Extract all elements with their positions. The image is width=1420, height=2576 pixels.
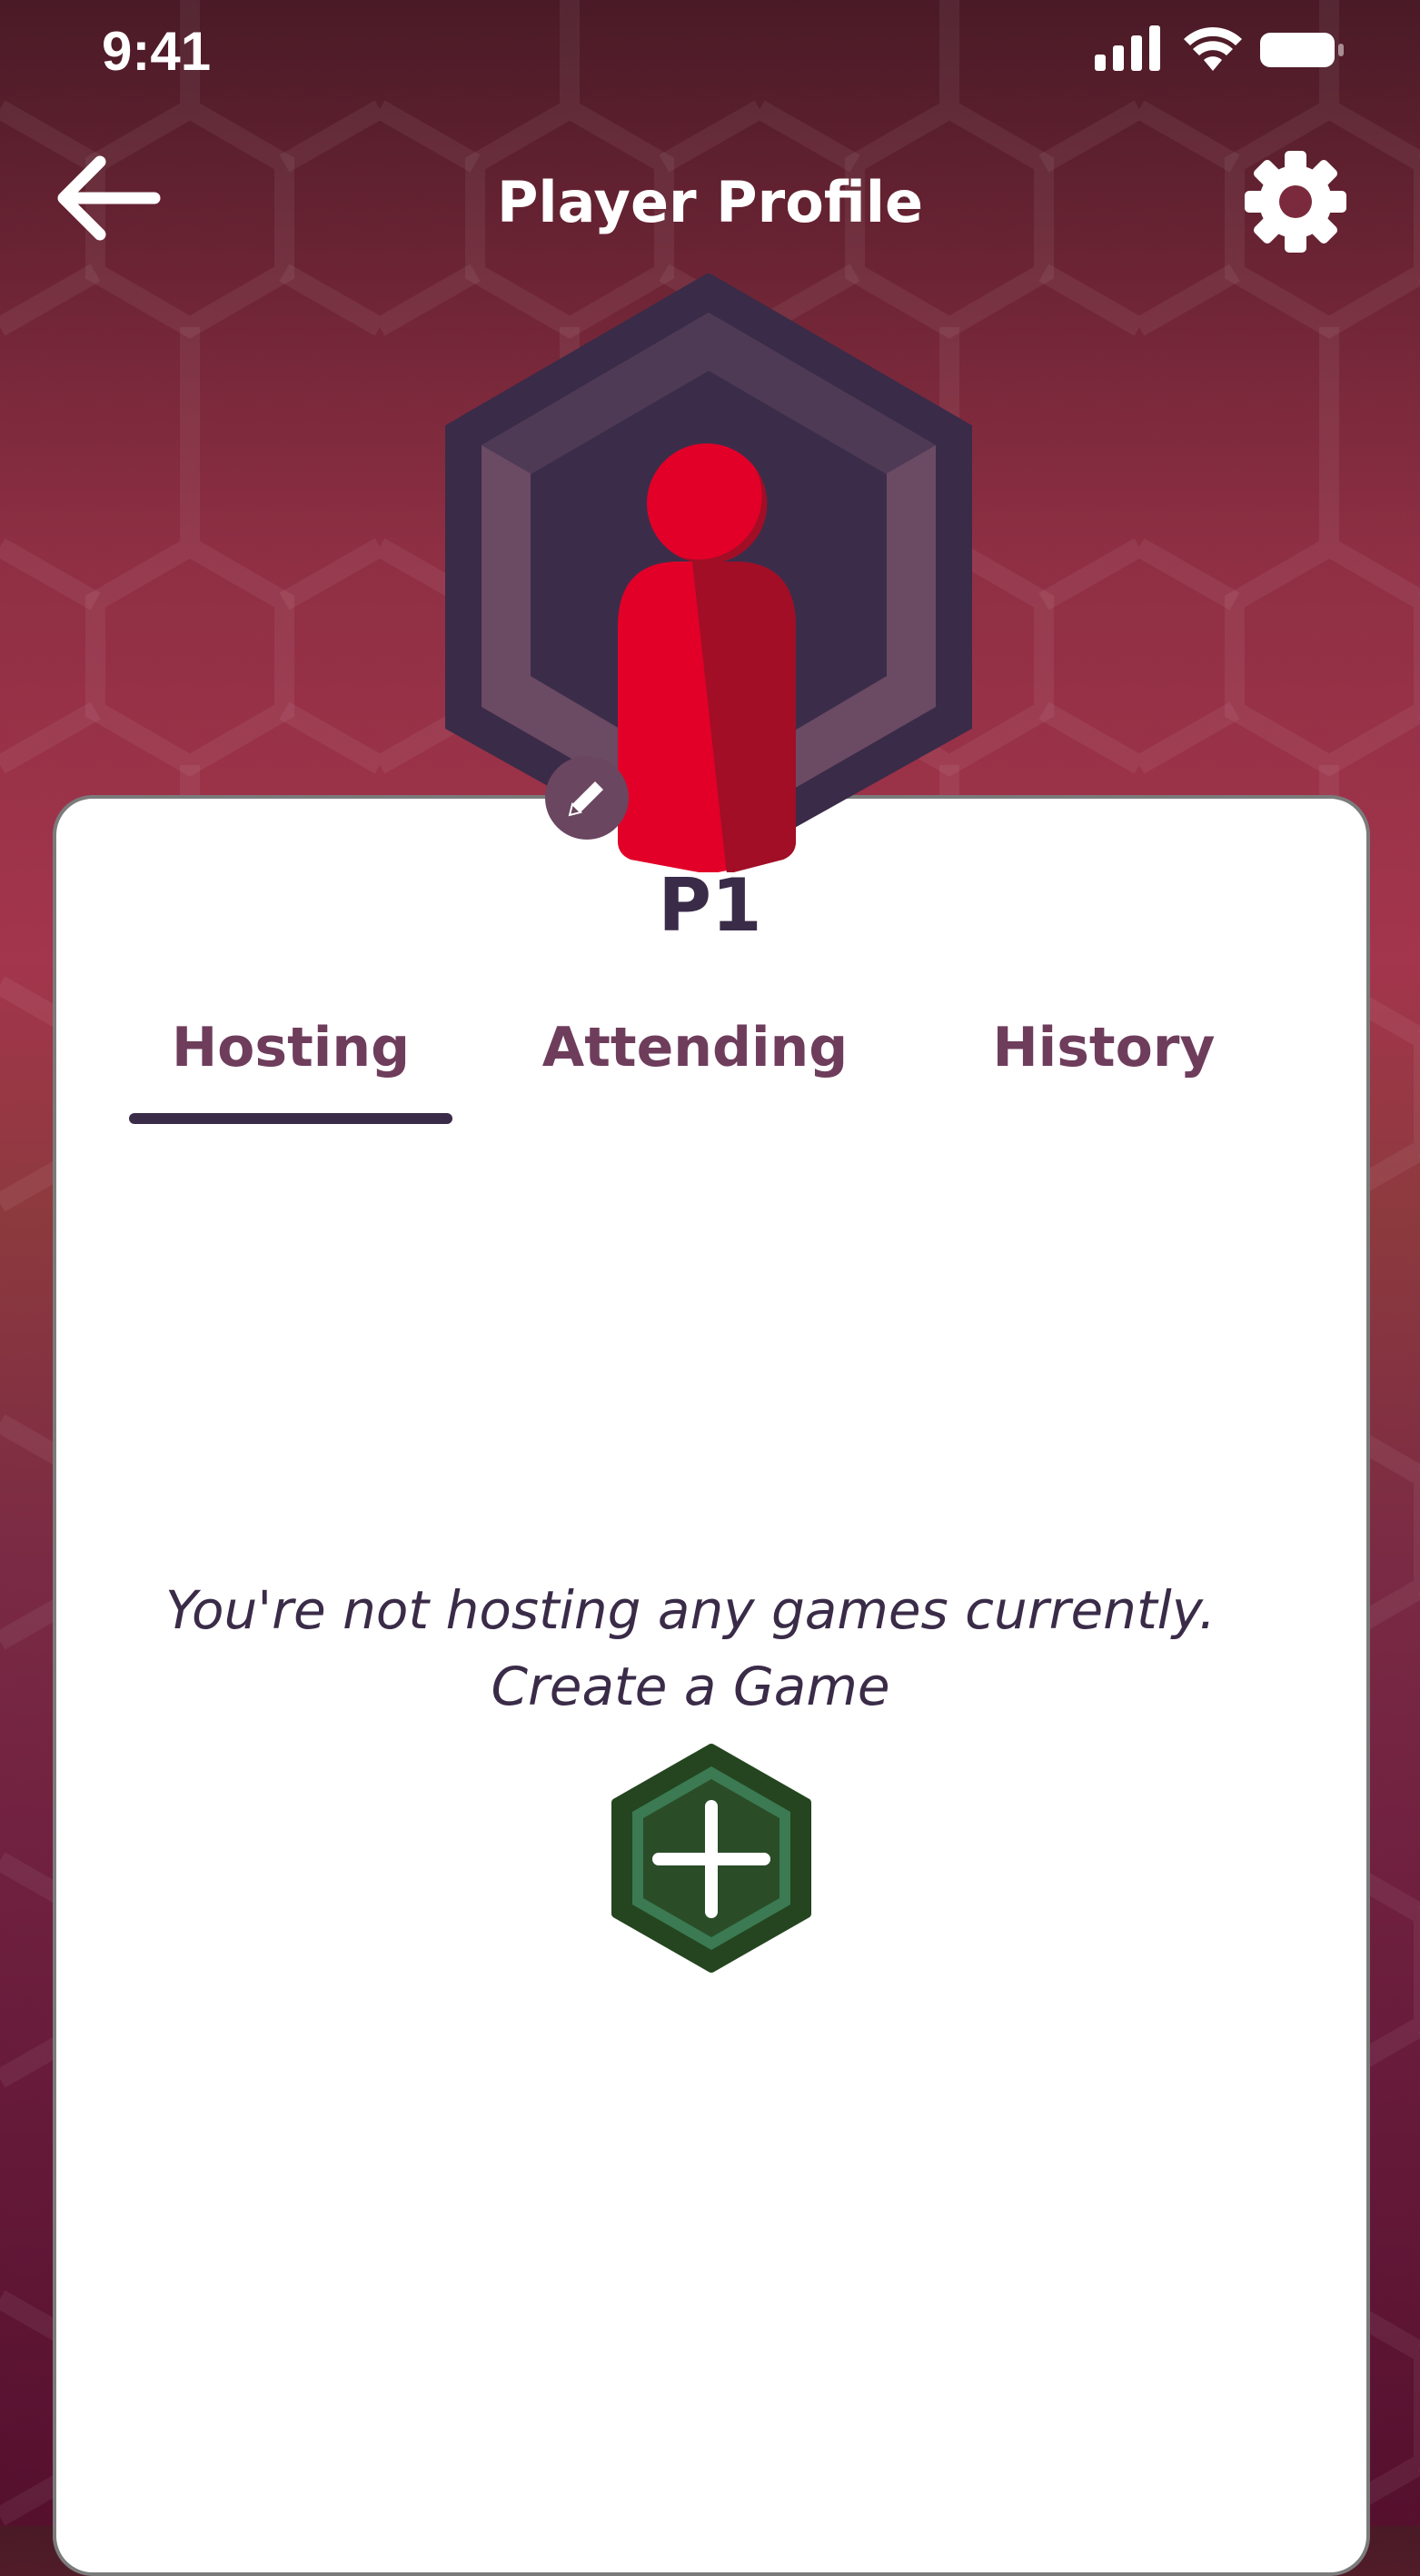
active-tab-indicator bbox=[129, 1113, 452, 1124]
wifi-icon bbox=[1184, 27, 1242, 71]
pencil-icon bbox=[568, 781, 603, 817]
tab-attending[interactable]: Attending bbox=[527, 1016, 863, 1079]
status-icons bbox=[1095, 25, 1344, 71]
plus-icon bbox=[611, 1744, 811, 1973]
edit-avatar-button[interactable] bbox=[545, 756, 629, 840]
create-game-link[interactable]: Create a Game bbox=[0, 1648, 1381, 1725]
page-title: Player Profile bbox=[496, 169, 924, 235]
settings-button[interactable] bbox=[1243, 149, 1348, 254]
tab-hosting[interactable]: Hosting bbox=[127, 1016, 454, 1079]
gear-icon bbox=[1245, 151, 1346, 253]
player-avatar bbox=[445, 274, 972, 872]
status-bar: 9:41 bbox=[0, 0, 1420, 100]
status-time: 9:41 bbox=[102, 21, 212, 82]
battery-icon bbox=[1260, 33, 1344, 67]
signal-icon bbox=[1095, 25, 1160, 71]
create-game-button[interactable] bbox=[611, 1743, 812, 1974]
empty-state: You're not hosting any games currently. … bbox=[0, 1572, 1381, 1725]
empty-state-message: You're not hosting any games currently. bbox=[164, 1579, 1216, 1641]
tab-history[interactable]: History bbox=[945, 1016, 1263, 1079]
player-name: P1 bbox=[658, 863, 762, 948]
